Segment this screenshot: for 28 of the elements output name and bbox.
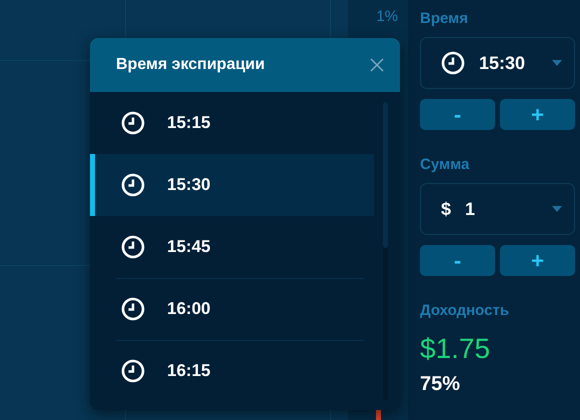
time-option[interactable]: 15:15 xyxy=(90,92,374,154)
time-dropdown[interactable]: 15:30 xyxy=(420,37,575,89)
close-icon[interactable] xyxy=(370,58,384,72)
popup-title: Время экспирации xyxy=(116,56,266,74)
profit-amount: $1.75 xyxy=(420,333,492,365)
time-option[interactable]: 16:15 xyxy=(90,340,374,402)
axis-label: 1% xyxy=(376,8,398,25)
time-label: Время xyxy=(420,10,469,27)
increase-button[interactable]: + xyxy=(500,245,575,276)
caret-icon xyxy=(552,206,562,212)
profit-label: Доходность xyxy=(420,302,510,319)
profit-percent: 75% xyxy=(420,373,462,396)
amount-label: Сумма xyxy=(420,156,470,173)
amount-dropdown[interactable]: $ 1 xyxy=(420,183,575,235)
caret-icon xyxy=(552,60,562,66)
time-option[interactable]: 15:45 xyxy=(90,216,374,278)
increase-button[interactable]: + xyxy=(500,99,575,130)
clock-icon xyxy=(121,173,145,197)
time-option[interactable]: 16:00 xyxy=(90,278,374,340)
decrease-button[interactable]: - xyxy=(420,99,495,130)
decrease-button[interactable]: - xyxy=(420,245,495,276)
time-option[interactable]: 15:30 xyxy=(90,154,374,216)
clock-icon xyxy=(441,51,465,75)
scrollbar[interactable] xyxy=(383,102,388,400)
clock-icon xyxy=(121,235,145,259)
clock-icon xyxy=(121,359,145,383)
clock-icon xyxy=(121,111,145,135)
clock-icon xyxy=(121,297,145,321)
